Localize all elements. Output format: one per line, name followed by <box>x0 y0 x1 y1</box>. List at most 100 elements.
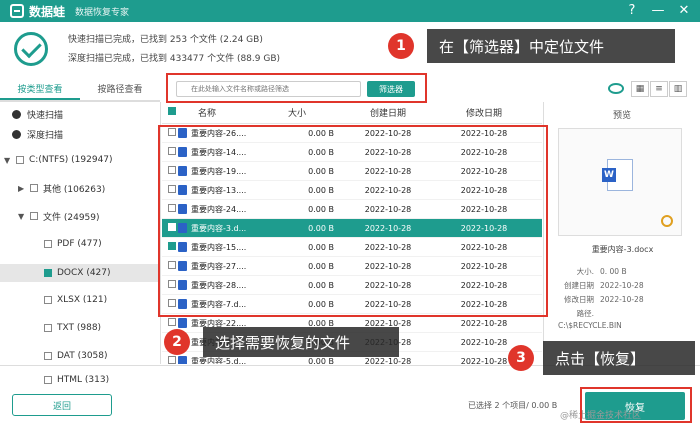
table-row[interactable]: 重要内容-13.... 0.00 B 2022-10-28 2022-10-28 <box>162 181 542 200</box>
file-modified: 2022-10-28 <box>460 242 508 252</box>
chevron-down-icon[interactable]: ▼ <box>4 156 12 165</box>
file-created: 2022-10-28 <box>364 356 412 365</box>
row-checkbox[interactable] <box>168 166 176 174</box>
preview-title: 预览 <box>612 111 631 121</box>
sidebar-item-drive[interactable]: ▼ C:(NTFS) (192947) <box>4 152 113 168</box>
bullet-icon <box>12 129 21 139</box>
row-checkbox[interactable] <box>168 223 176 231</box>
app-logo: 数据蛙 数据恢复专家 <box>10 3 129 20</box>
sidebar-item-xlsx[interactable]: XLSX (121) <box>44 292 107 308</box>
back-button[interactable]: 返回 <box>12 394 112 416</box>
view-tabs: 按类型查看 按路径查看 <box>0 80 160 102</box>
table-row[interactable]: 重要内容-3.d... 0.00 B 2022-10-28 2022-10-28 <box>162 219 542 238</box>
detail-view-icon[interactable]: ▥ <box>669 81 687 97</box>
checkbox[interactable] <box>44 240 52 248</box>
help-icon[interactable]: ? <box>624 2 640 20</box>
file-size: 0.00 B <box>308 280 334 290</box>
file-size: 0.00 B <box>308 128 334 138</box>
sidebar-item-deep-scan[interactable]: 深度扫描 <box>12 126 63 142</box>
sidebar-item-label: TXT (988) <box>57 323 102 333</box>
file-name: 重要内容-28.... <box>191 280 247 290</box>
file-name: 重要内容-24.... <box>191 204 247 214</box>
chevron-right-icon[interactable]: ▶ <box>18 184 26 193</box>
checkbox[interactable] <box>44 324 52 332</box>
filter-button[interactable]: 筛选器 <box>367 81 415 97</box>
column-size[interactable]: 大小 <box>260 106 340 119</box>
tab-by-path[interactable]: 按路径查看 <box>80 80 160 100</box>
checkbox[interactable] <box>44 352 52 360</box>
sidebar-item-documents[interactable]: ▼ 文件 (24959) <box>18 208 100 224</box>
close-icon[interactable]: ✕ <box>676 2 692 20</box>
file-modified: 2022-10-28 <box>460 299 508 309</box>
checkbox[interactable] <box>30 184 38 192</box>
file-size: 0.00 B <box>308 261 334 271</box>
docx-file-icon <box>178 223 187 233</box>
search-input[interactable] <box>176 81 361 97</box>
file-name: 重要内容-27.... <box>191 261 247 271</box>
file-modified: 2022-10-28 <box>460 223 508 233</box>
selection-summary: 已选择 2 个项目/ 0.00 B <box>468 401 558 410</box>
row-checkbox[interactable] <box>168 318 176 326</box>
checkbox[interactable] <box>44 296 52 304</box>
table-row[interactable]: 重要内容-7.d... 0.00 B 2022-10-28 2022-10-28 <box>162 295 542 314</box>
table-row[interactable]: 重要内容-14.... 0.00 B 2022-10-28 2022-10-28 <box>162 143 542 162</box>
row-checkbox[interactable] <box>168 185 176 193</box>
check-circle-icon <box>14 32 48 66</box>
file-modified: 2022-10-28 <box>460 318 508 328</box>
file-name: 重要内容-3.d... <box>191 223 247 233</box>
quick-scan-status: 快速扫描已完成，已找到 253 个文件 (2.24 GB) <box>68 35 263 45</box>
preview-filename: 重要内容-3.docx <box>591 245 654 254</box>
row-checkbox[interactable] <box>168 128 176 136</box>
modified-value: 2022-10-28 <box>600 295 644 304</box>
sidebar-item-txt[interactable]: TXT (988) <box>44 320 101 336</box>
table-row[interactable]: 重要内容-27.... 0.00 B 2022-10-28 2022-10-28 <box>162 257 542 276</box>
plus-logo-icon <box>10 4 24 18</box>
sidebar-item-quick-scan[interactable]: 快速扫描 <box>12 106 63 122</box>
row-checkbox[interactable] <box>168 356 176 364</box>
toolbar: 按类型查看 按路径查看 筛选器 ▦ ≡ ▥ <box>0 80 700 102</box>
size-value: 0. 00 B <box>600 267 627 276</box>
checkbox[interactable] <box>30 212 38 220</box>
chevron-down-icon[interactable]: ▼ <box>18 212 26 221</box>
checkbox[interactable] <box>16 156 24 164</box>
table-row[interactable]: 重要内容-28.... 0.00 B 2022-10-28 2022-10-28 <box>162 276 542 295</box>
sidebar-item-docx[interactable]: DOCX (427) <box>0 264 160 282</box>
tab-by-type[interactable]: 按类型查看 <box>0 80 80 100</box>
column-name[interactable]: 名称 <box>178 106 260 119</box>
created-label: 创建日期 <box>564 281 594 290</box>
column-created[interactable]: 创建日期 <box>340 106 436 119</box>
row-checkbox[interactable] <box>168 280 176 288</box>
file-name: 重要内容-13.... <box>191 185 247 195</box>
row-checkbox[interactable] <box>168 147 176 155</box>
preview-modified-row: 修改日期 2022-10-28 <box>556 294 644 305</box>
row-checkbox[interactable] <box>168 204 176 212</box>
minimize-icon[interactable]: — <box>650 2 666 20</box>
table-row[interactable]: 重要内容-26.... 0.00 B 2022-10-28 2022-10-28 <box>162 124 542 143</box>
sidebar-item-label: PDF (477) <box>57 239 102 249</box>
created-value: 2022-10-28 <box>600 281 644 290</box>
preview-size-row: 大小. 0. 00 B <box>556 266 627 277</box>
file-modified: 2022-10-28 <box>460 166 508 176</box>
modified-label: 修改日期 <box>564 295 594 304</box>
column-modified[interactable]: 修改日期 <box>436 106 532 119</box>
file-created: 2022-10-28 <box>364 223 412 233</box>
row-checkbox[interactable] <box>168 261 176 269</box>
sidebar-item-other[interactable]: ▶ 其他 (106263) <box>18 180 105 196</box>
row-checkbox[interactable] <box>168 242 176 250</box>
sidebar-item-dat[interactable]: DAT (3058) <box>44 348 108 364</box>
callout-step-2: 选择需要恢复的文件 <box>203 327 399 357</box>
row-checkbox[interactable] <box>168 299 176 307</box>
table-row[interactable]: 重要内容-15.... 0.00 B 2022-10-28 2022-10-28 <box>162 238 542 257</box>
docx-file-icon <box>178 147 187 157</box>
sidebar-item-pdf[interactable]: PDF (477) <box>44 236 102 252</box>
checkbox[interactable] <box>44 269 52 277</box>
list-view-icon[interactable]: ≡ <box>650 81 668 97</box>
select-all-checkbox[interactable] <box>168 107 176 115</box>
table-row[interactable]: 重要内容-24.... 0.00 B 2022-10-28 2022-10-28 <box>162 200 542 219</box>
eye-icon[interactable] <box>608 83 624 94</box>
grid-view-icon[interactable]: ▦ <box>631 81 649 97</box>
table-row[interactable]: 重要内容-19.... 0.00 B 2022-10-28 2022-10-28 <box>162 162 542 181</box>
file-table: 名称 大小 创建日期 修改日期 重要内容-26.... 0.00 B 2022-10… <box>162 102 542 364</box>
magnifier-icon[interactable] <box>661 215 673 227</box>
docx-file-icon <box>178 318 187 328</box>
